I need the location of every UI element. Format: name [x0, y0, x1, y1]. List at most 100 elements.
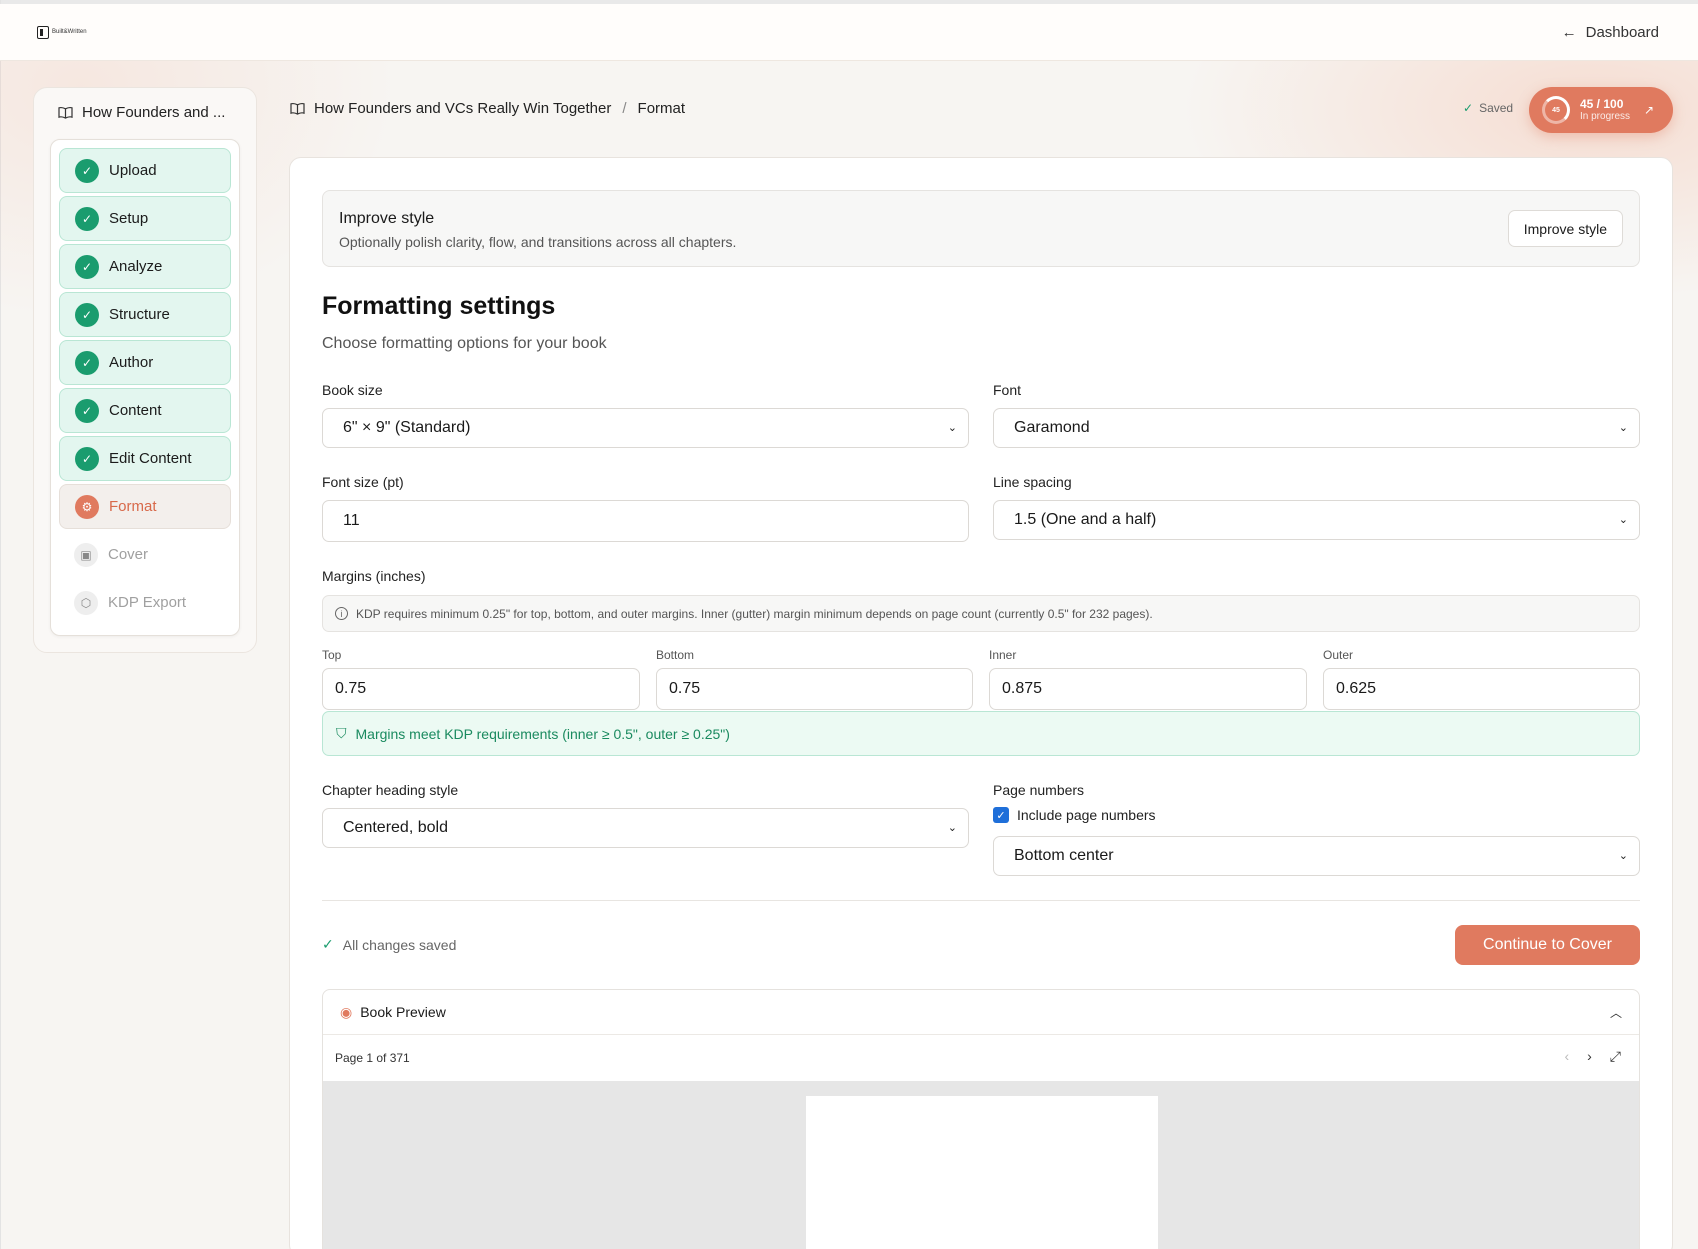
- step-list: ✓ Upload ✓ Setup ✓ Analyze ✓ Structure ✓…: [59, 148, 231, 628]
- margin-bottom-value: 0.75: [669, 680, 701, 697]
- logo[interactable]: Built&Written: [37, 25, 87, 39]
- check-circle-icon: ✓: [75, 350, 99, 375]
- chapter-heading-select[interactable]: Centered, bold ⌄: [322, 808, 969, 848]
- step-kdp-export[interactable]: ⬡ KDP Export: [59, 580, 231, 625]
- step-label: Edit Content: [109, 450, 192, 467]
- step-upload[interactable]: ✓ Upload: [59, 148, 231, 193]
- chevron-down-icon: ⌄: [947, 422, 957, 434]
- info-icon: i: [335, 607, 348, 620]
- margin-inner-value: 0.875: [1002, 680, 1043, 697]
- step-setup[interactable]: ✓ Setup: [59, 196, 231, 241]
- continue-to-cover-button[interactable]: Continue to Cover: [1455, 925, 1640, 965]
- page-subtitle: Choose formatting options for your book: [322, 335, 607, 352]
- margins-valid-banner: ⛉ Margins meet KDP requirements (inner ≥…: [322, 711, 1640, 756]
- check-circle-icon: ✓: [75, 206, 99, 231]
- font-label: Font: [993, 382, 1022, 398]
- page-number-position-value: Bottom center: [1014, 847, 1114, 864]
- page-number-position-select[interactable]: Bottom center ⌄: [993, 836, 1640, 876]
- all-changes-saved: ✓ All changes saved: [322, 936, 456, 953]
- step-label: Structure: [109, 306, 170, 323]
- include-page-numbers-row[interactable]: ✓ Include page numbers: [993, 807, 1156, 823]
- line-spacing-label: Line spacing: [993, 474, 1072, 490]
- logo-text: Built&Written: [52, 29, 87, 35]
- font-size-label: Font size (pt): [322, 474, 404, 490]
- step-label: Format: [109, 498, 157, 515]
- check-icon: ✓: [322, 936, 334, 952]
- preview-nav-icons: ‹ › ⤢: [1564, 1048, 1621, 1065]
- breadcrumb: How Founders and VCs Really Win Together…: [290, 100, 685, 117]
- margin-bottom-input[interactable]: 0.75: [656, 668, 973, 710]
- step-author[interactable]: ✓ Author: [59, 340, 231, 385]
- book-open-icon: [290, 102, 305, 115]
- step-label: Content: [109, 402, 162, 419]
- margin-top-label: Top: [322, 648, 342, 662]
- step-content[interactable]: ✓ Content: [59, 388, 231, 433]
- step-label: KDP Export: [108, 594, 187, 611]
- check-circle-icon: ✓: [75, 446, 99, 471]
- margin-outer-value: 0.625: [1336, 680, 1377, 697]
- breadcrumb-current: Format: [637, 100, 686, 117]
- book-open-icon: [58, 106, 73, 119]
- book-size-label: Book size: [322, 382, 383, 398]
- chapter-heading-value: Centered, bold: [343, 819, 448, 836]
- include-page-numbers-label: Include page numbers: [1017, 807, 1156, 823]
- check-circle-icon: ✓: [75, 398, 99, 423]
- progress-ring-value: 45: [1552, 106, 1560, 114]
- step-label: Author: [109, 354, 154, 371]
- progress-score: 45 / 100: [1580, 96, 1624, 111]
- preview-canvas: [323, 1081, 1639, 1249]
- progress-score-pill[interactable]: 45 45 / 100 In progress ↗: [1529, 87, 1673, 133]
- font-size-input[interactable]: 11: [322, 500, 969, 542]
- shield-check-icon: ⛉: [336, 725, 347, 741]
- check-circle-icon: ✓: [75, 254, 99, 279]
- margin-inner-input[interactable]: 0.875: [989, 668, 1307, 710]
- all-changes-saved-text: All changes saved: [342, 936, 457, 953]
- page-indicator: Page 1 of 371: [335, 1050, 410, 1065]
- step-label: Setup: [109, 210, 149, 227]
- font-size-value: 11: [343, 512, 360, 529]
- chevron-up-icon[interactable]: ︿: [1610, 1004, 1622, 1021]
- dashboard-link[interactable]: ← Dashboard: [1562, 24, 1659, 41]
- image-icon: ▣: [74, 542, 98, 567]
- expand-icon[interactable]: ⤢: [1610, 1048, 1621, 1065]
- margin-inner-label: Inner: [989, 648, 1017, 662]
- breadcrumb-book[interactable]: How Founders and VCs Really Win Together: [314, 100, 611, 117]
- preview-page: [806, 1096, 1158, 1249]
- chevron-down-icon: ⌄: [947, 822, 957, 834]
- margin-top-input[interactable]: 0.75: [322, 668, 640, 710]
- book-preview-title: Book Preview: [360, 1004, 446, 1020]
- step-format[interactable]: ⚙ Format: [59, 484, 231, 529]
- margin-outer-label: Outer: [1323, 648, 1354, 662]
- chapter-heading-label: Chapter heading style: [322, 782, 459, 798]
- line-spacing-value: 1.5 (One and a half): [1014, 511, 1157, 528]
- gear-icon: ⚙: [75, 494, 99, 519]
- improve-style-title: Improve style: [339, 210, 435, 227]
- step-structure[interactable]: ✓ Structure: [59, 292, 231, 337]
- step-edit-content[interactable]: ✓ Edit Content: [59, 436, 231, 481]
- top-bar: Built&Written ← Dashboard: [0, 4, 1698, 61]
- section-divider: [322, 900, 1640, 901]
- font-select[interactable]: Garamond ⌄: [993, 408, 1640, 448]
- sidebar-book-title[interactable]: How Founders and ...: [58, 104, 225, 121]
- preview-toolbar: Page 1 of 371 ‹ › ⤢: [323, 1035, 1639, 1080]
- eye-icon: ◉: [340, 1003, 353, 1020]
- step-cover[interactable]: ▣ Cover: [59, 532, 231, 577]
- margin-bottom-label: Bottom: [656, 648, 695, 662]
- progress-status: In progress: [1580, 111, 1631, 123]
- page-numbers-label: Page numbers: [993, 782, 1085, 798]
- check-circle-icon: ✓: [75, 158, 99, 183]
- book-preview-header[interactable]: ◉ Book Preview ︿: [323, 990, 1639, 1035]
- improve-style-subtitle: Optionally polish clarity, flow, and tra…: [339, 234, 737, 250]
- saved-label: Saved: [1479, 101, 1514, 115]
- chevron-right-icon[interactable]: ›: [1587, 1048, 1592, 1065]
- book-size-select[interactable]: 6" × 9" (Standard) ⌄: [322, 408, 969, 448]
- include-page-numbers-checkbox[interactable]: ✓: [993, 807, 1009, 823]
- improve-style-button[interactable]: Improve style: [1507, 210, 1623, 247]
- margin-outer-input[interactable]: 0.625: [1323, 668, 1640, 710]
- chevron-left-icon[interactable]: ‹: [1564, 1048, 1569, 1065]
- chevron-down-icon: ⌄: [1618, 514, 1628, 526]
- page-title: Formatting settings: [322, 292, 556, 320]
- step-label: Cover: [108, 546, 149, 563]
- step-analyze[interactable]: ✓ Analyze: [59, 244, 231, 289]
- line-spacing-select[interactable]: 1.5 (One and a half) ⌄: [993, 500, 1640, 540]
